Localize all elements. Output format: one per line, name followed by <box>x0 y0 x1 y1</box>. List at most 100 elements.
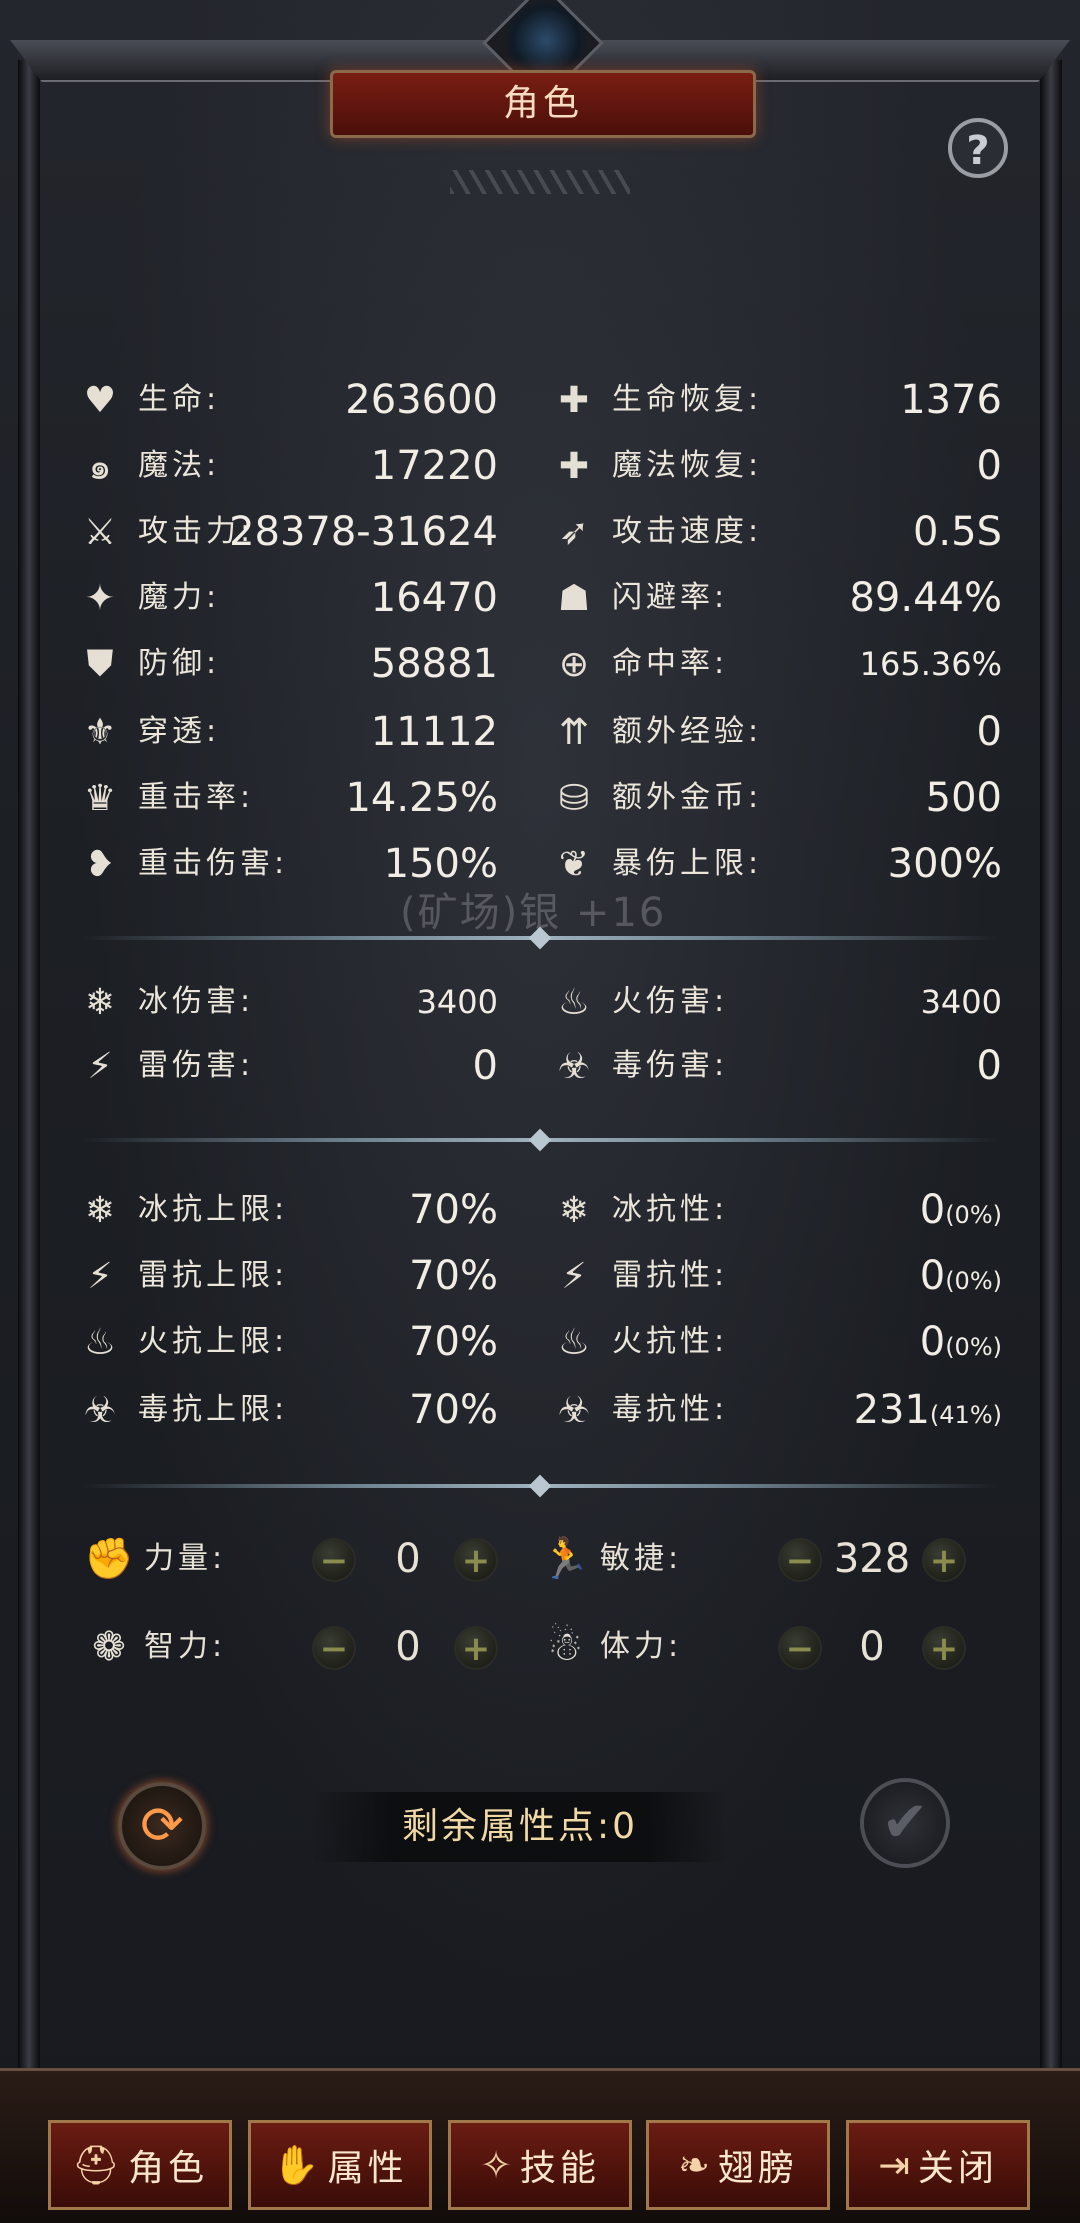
stat-number: 0.5S <box>912 509 1002 555</box>
stat-label: 雷伤害: <box>138 1048 255 1083</box>
wing-icon: ❧ <box>678 2143 710 2187</box>
ice-resist-icon: ❄ <box>558 1189 590 1231</box>
stat-label: 攻击速度: <box>612 514 763 549</box>
thunder-resist-cap-icon: ⚡ <box>87 1255 113 1297</box>
stat-row: ♥ 生命: 263600 <box>78 370 498 430</box>
snowflake-icon: ❄ <box>84 981 116 1023</box>
stat-row: ❄ 冰抗上限: 70% <box>78 1180 498 1240</box>
tab-label: 角色 <box>128 2148 209 2189</box>
attribute-label: 敏捷: <box>600 1541 683 1576</box>
tab-close[interactable]: ⇥ 关闭 <box>846 2120 1030 2210</box>
stat-value: 0 <box>473 1036 498 1096</box>
stat-label: 冰抗上限: <box>138 1192 289 1227</box>
fire-resist-cap-icon: ♨ <box>83 1321 117 1363</box>
tab-character[interactable]: ⛑ 角色 <box>48 2120 232 2210</box>
stat-number: 3400 <box>920 983 1002 1021</box>
stat-value: 3400 <box>417 972 498 1032</box>
stat-percent: (0%) <box>945 1333 1002 1361</box>
stat-value: 58881 <box>371 634 498 694</box>
stat-row: ➶ 攻击速度: 0.5S <box>552 502 1002 562</box>
poison-icon: ☣ <box>557 1045 591 1087</box>
stat-value: 500 <box>926 768 1002 828</box>
stat-number: 0 <box>919 1253 946 1299</box>
stat-row: ⛁ 额外金币: 500 <box>552 768 1002 828</box>
stat-number: 0 <box>919 1319 946 1365</box>
stat-row: ✚ 魔法恢复: 0 <box>552 436 1002 496</box>
stat-label: 重击率: <box>138 780 255 815</box>
frame-border-right <box>1040 60 1062 2070</box>
minus-button[interactable]: − <box>312 1538 356 1582</box>
stat-row: ♨ 火抗上限: 70% <box>78 1312 498 1372</box>
stat-label: 魔力: <box>138 580 221 615</box>
fire-resist-icon: ♨ <box>557 1321 591 1363</box>
stat-number: 0 <box>919 1187 946 1233</box>
reset-points-button[interactable]: ⟳ <box>118 1782 206 1870</box>
stat-row: ☣ 毒伤害: 0 <box>552 1036 1002 1096</box>
mana-regen-icon: ✚ <box>558 445 590 487</box>
stat-value: 0.5S <box>913 502 1002 562</box>
stat-number: 300% <box>887 841 1002 887</box>
attribute-row: ✊ 力量: −0 + <box>84 1524 524 1594</box>
stat-value: 14.25% <box>345 768 498 828</box>
stat-number: 70% <box>409 1253 498 1299</box>
stat-label: 命中率: <box>612 646 729 681</box>
stat-row: ⚜ 穿透: 11112 <box>78 702 498 762</box>
tab-wings[interactable]: ❧ 翅膀 <box>646 2120 830 2210</box>
stat-number: 0 <box>976 443 1002 489</box>
stat-label: 魔法: <box>138 448 221 483</box>
stat-percent: (41%) <box>929 1401 1002 1429</box>
stat-value: 70% <box>409 1246 498 1306</box>
stat-row: ♨ 火伤害: 3400 <box>552 972 1002 1032</box>
plus-button[interactable]: + <box>922 1626 966 1670</box>
stat-value: 0(0%) <box>920 1312 1002 1377</box>
stat-value: 0 <box>977 436 1002 496</box>
stat-value: 70% <box>409 1312 498 1372</box>
stat-row: ⚔ 攻击力: 28378-31624 <box>78 502 498 562</box>
stat-label: 毒抗上限: <box>138 1392 289 1427</box>
stat-number: 500 <box>925 775 1002 821</box>
stat-number: 17220 <box>370 443 498 489</box>
attribute-value: 0 <box>395 1624 421 1670</box>
attack-speed-icon: ➶ <box>558 511 590 553</box>
stat-value: 17220 <box>371 436 498 496</box>
attribute-value: 0 <box>859 1624 885 1670</box>
stat-label: 雷抗上限: <box>138 1258 289 1293</box>
stat-number: 0 <box>976 1043 1002 1089</box>
section-divider <box>80 936 1000 940</box>
stat-number: 89.44% <box>849 575 1002 621</box>
tab-attributes[interactable]: ✋ 属性 <box>248 2120 432 2210</box>
confirm-button[interactable]: ✔ <box>860 1778 950 1868</box>
stat-label: 额外经验: <box>612 714 763 749</box>
ice-resist-cap-icon: ❄ <box>84 1189 116 1231</box>
stat-number: 58881 <box>370 641 498 687</box>
character-panel: 角色 ? ♥ 生命: 263600 ๑ 魔法: 17220 ⚔ 攻击力: 28378-31624… <box>0 0 1080 2223</box>
stat-percent: (0%) <box>945 1201 1002 1229</box>
stat-row: ⇈ 额外经验: 0 <box>552 702 1002 762</box>
stat-number: 70% <box>409 1187 498 1233</box>
stat-label: 火抗性: <box>612 1324 729 1359</box>
minus-button[interactable]: − <box>778 1538 822 1582</box>
stat-value: 0 <box>977 702 1002 762</box>
stat-value: 16470 <box>371 568 498 628</box>
stat-value: 300% <box>888 834 1002 894</box>
tab-skills[interactable]: ✧ 技能 <box>448 2120 632 2210</box>
stat-label: 穿透: <box>138 714 221 749</box>
stat-label: 重击伤害: <box>138 846 289 881</box>
magic-staff-icon: ✦ <box>84 577 116 619</box>
minus-button[interactable]: − <box>778 1626 822 1670</box>
section-divider <box>80 1484 1000 1488</box>
minus-button[interactable]: − <box>312 1626 356 1670</box>
plus-button[interactable]: + <box>922 1538 966 1582</box>
swirl-icon: ๑ <box>88 446 112 488</box>
plus-button[interactable]: + <box>454 1626 498 1670</box>
stat-row: ✦ 魔力: 16470 <box>78 568 498 628</box>
skill-icon: ✧ <box>480 2143 512 2187</box>
frame-border-left <box>18 60 40 2070</box>
plus-button[interactable]: + <box>454 1538 498 1582</box>
stat-label: 雷抗性: <box>612 1258 729 1293</box>
attribute-value: 328 <box>833 1536 911 1582</box>
stat-value: 89.44% <box>849 568 1002 628</box>
stat-row: ๑ 魔法: 17220 <box>78 436 498 496</box>
help-button[interactable]: ? <box>948 118 1008 178</box>
heart-icon: ♥ <box>83 379 117 421</box>
